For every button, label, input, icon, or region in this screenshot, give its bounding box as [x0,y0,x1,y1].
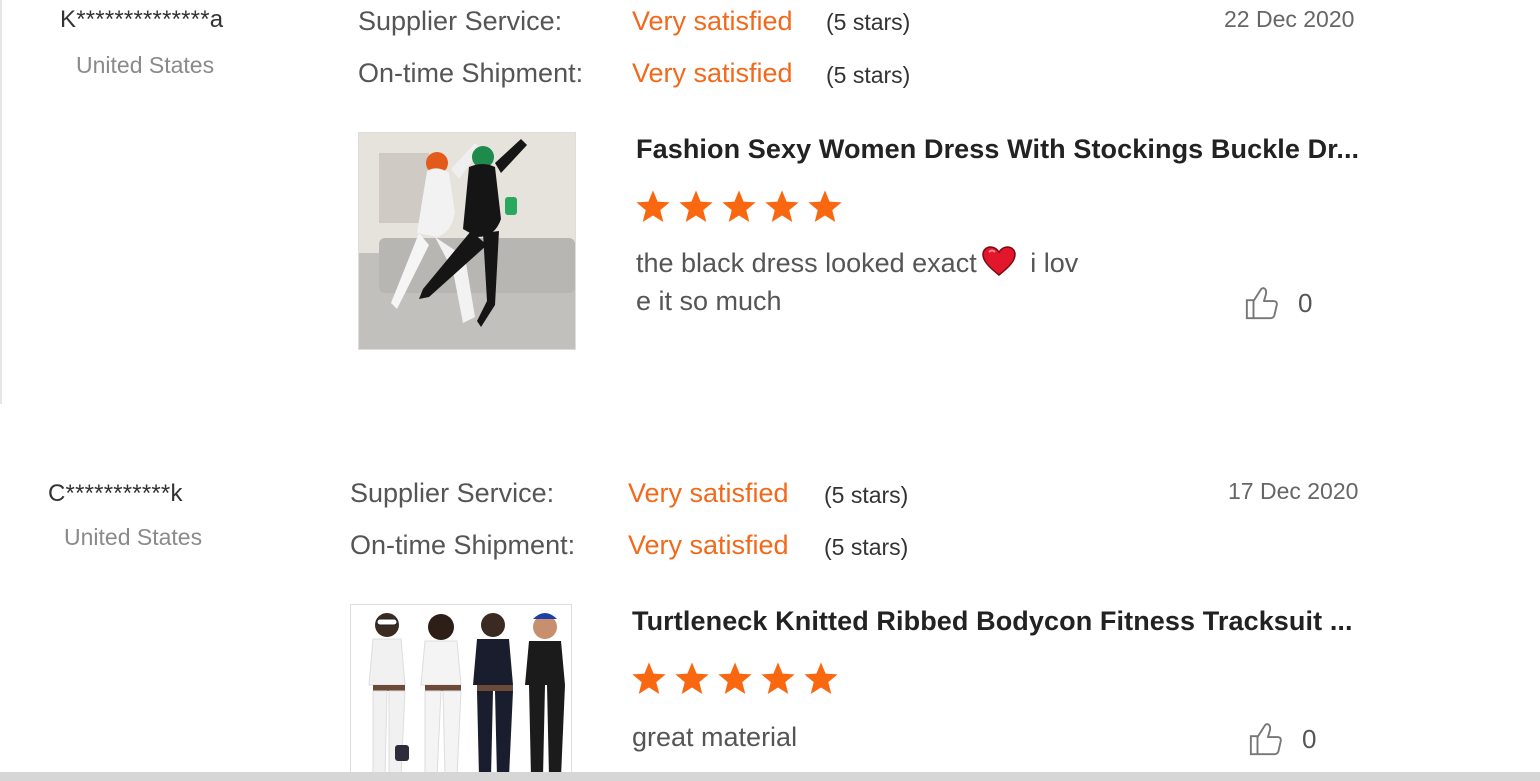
star-icon [808,190,842,223]
star-icon [804,662,838,695]
review-text-part: i lov [1022,248,1079,278]
supplier-service-stars-text: (5 stars) [824,482,909,508]
review-date: 17 Dec 2020 [1228,478,1359,504]
review-text-line: e it so much [636,286,782,316]
supplier-service-value: Very satisfied [628,478,789,508]
review-text: great material [632,722,798,752]
product-title[interactable]: Turtleneck Knitted Ribbed Bodycon Fitnes… [632,606,1353,637]
bottom-divider [0,772,1540,781]
like-button[interactable]: 0 [1244,284,1312,322]
buyer-country: United States [76,52,215,78]
buyer-name: K**************a [60,6,224,33]
like-count: 0 [1302,723,1317,754]
star-icon [679,190,713,223]
supplier-service-value: Very satisfied [632,6,793,36]
product-title[interactable]: Fashion Sexy Women Dress With Stockings … [636,134,1359,165]
shipment-stars-text: (5 stars) [826,62,911,88]
product-rating-stars [634,188,844,226]
shipment-value: Very satisfied [632,58,793,88]
product-image[interactable] [350,604,572,776]
shipment-stars-text: (5 stars) [824,534,909,560]
product-photo-two-women-dresses [359,133,575,349]
star-icon [718,662,752,695]
star-icon [761,662,795,695]
thumbs-up-icon [1249,723,1282,756]
supplier-service-stars-text: (5 stars) [826,9,911,35]
star-icon [765,190,799,223]
review-item: C***********k United States Supplier Ser… [0,470,1540,781]
buyer-name: C***********k [48,480,183,507]
review-item: K**************a United States Supplier … [0,0,1540,404]
review-text: the black dress looked exact i lov e it … [636,244,1196,320]
shipment-label: On-time Shipment: [358,58,584,88]
star-icon [636,190,670,223]
thumbs-up-icon [1245,287,1278,320]
star-icon [675,662,709,695]
buyer-country: United States [64,524,203,550]
product-photo-four-women-tracksuits [351,605,571,775]
supplier-service-label: Supplier Service: [350,478,555,508]
product-rating-stars [630,660,840,698]
star-icon [632,662,666,695]
heart-icon [981,246,1016,276]
supplier-service-label: Supplier Service: [358,6,563,36]
product-image[interactable] [358,132,576,350]
review-text-part: the black dress looked exact [636,248,977,278]
review-date: 22 Dec 2020 [1224,6,1355,32]
like-count: 0 [1298,287,1313,318]
shipment-label: On-time Shipment: [350,530,576,560]
like-button[interactable]: 0 [1248,720,1316,758]
shipment-value: Very satisfied [628,530,789,560]
star-icon [722,190,756,223]
